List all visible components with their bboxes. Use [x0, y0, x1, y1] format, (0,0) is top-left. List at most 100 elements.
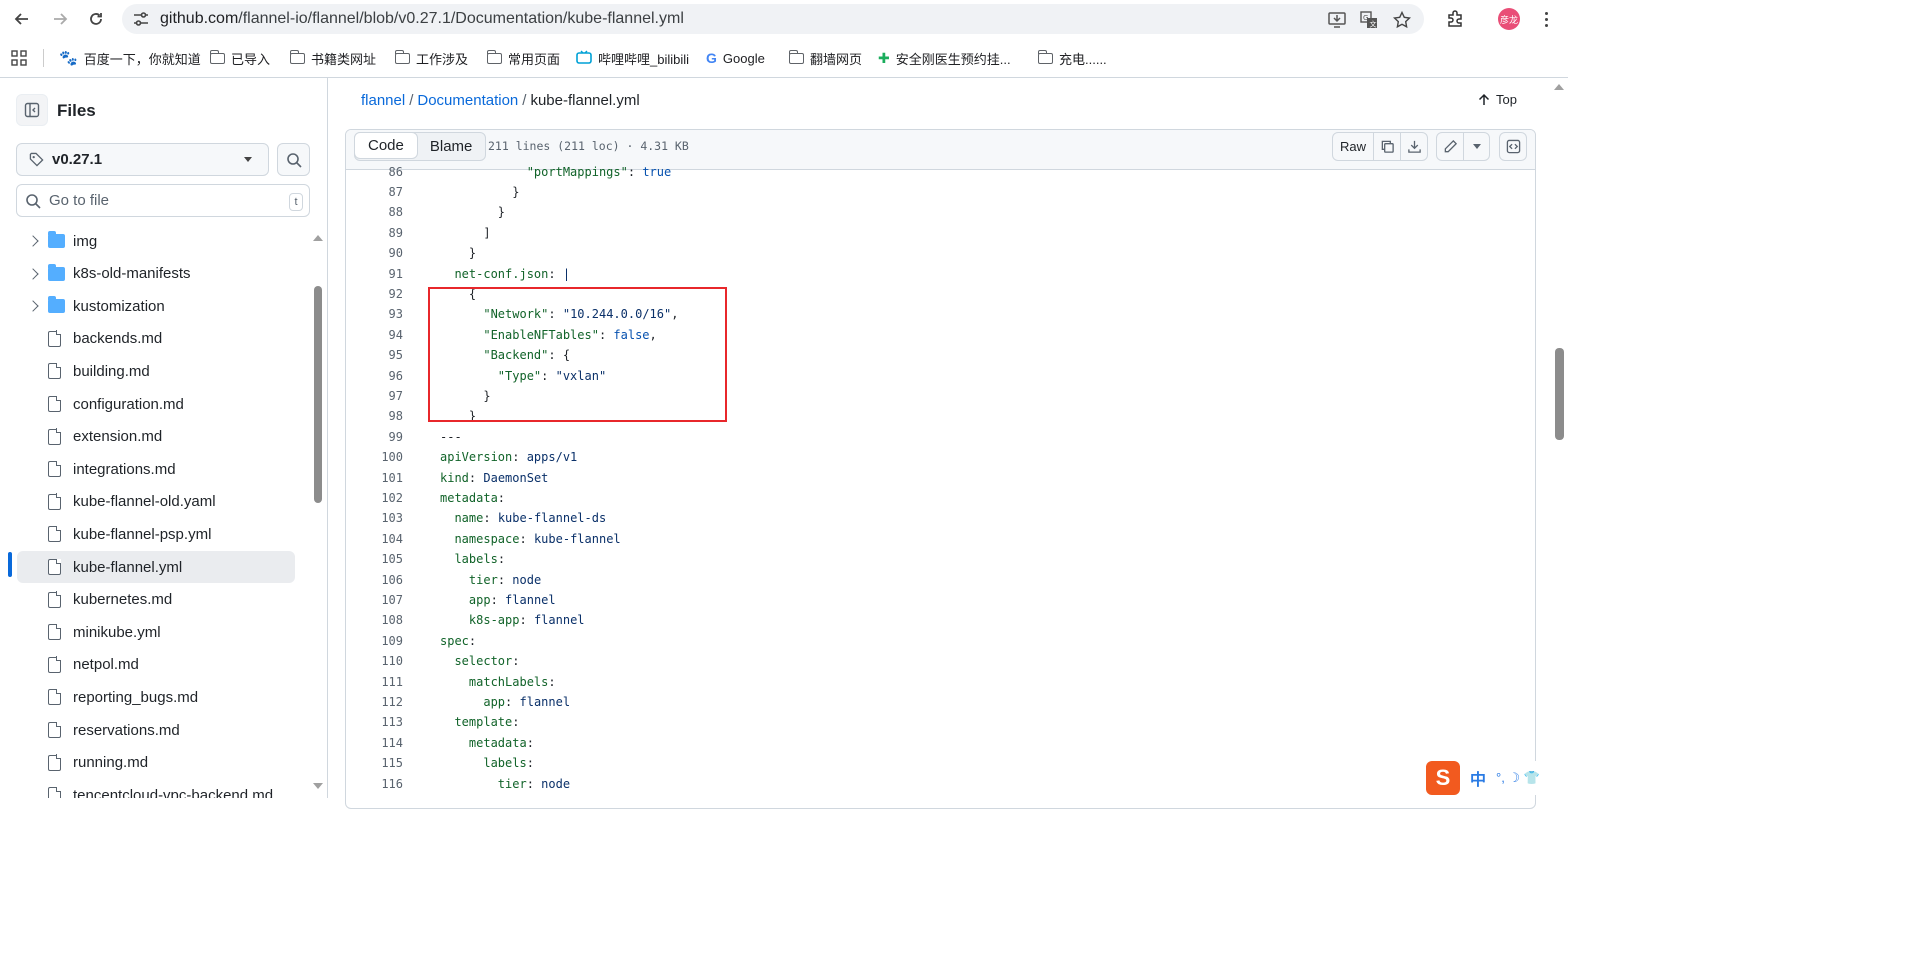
scroll-up-arrow-icon[interactable] — [313, 235, 323, 241]
browser-menu-icon[interactable] — [1540, 8, 1552, 30]
tab-code[interactable]: Code — [354, 132, 418, 159]
download-button[interactable] — [1400, 132, 1428, 161]
back-to-top-button[interactable]: Top — [1478, 92, 1517, 107]
tree-item-file[interactable]: configuration.md — [0, 388, 295, 420]
page-scroll-up-arrow-icon[interactable] — [1554, 84, 1564, 90]
address-bar[interactable]: github.com/flannel-io/flannel/blob/v0.27… — [122, 4, 1424, 34]
line-number[interactable]: 104 — [381, 529, 403, 549]
bookmark-baidu[interactable]: 🐾 百度一下，你就知道 — [59, 47, 201, 69]
sidebar-scrollbar[interactable] — [314, 286, 322, 503]
sidebar-collapse-icon — [24, 102, 40, 118]
bookmark-common[interactable]: 常用页面 — [486, 47, 560, 69]
tag-icon — [29, 152, 44, 167]
bookmark-google[interactable]: G Google — [706, 47, 765, 69]
line-number[interactable]: 98 — [389, 406, 403, 426]
line-number[interactable]: 114 — [381, 733, 403, 753]
bookmark-vpn[interactable]: 翻墙网页 — [788, 47, 862, 69]
bookmark-star-icon[interactable] — [1392, 10, 1412, 30]
tree-item-file[interactable]: reservations.md — [0, 714, 295, 746]
site-settings-icon[interactable] — [132, 10, 150, 28]
line-number[interactable]: 116 — [381, 774, 403, 794]
back-arrow-icon[interactable] — [11, 8, 33, 30]
bookmark-books[interactable]: 书籍类网址 — [289, 47, 376, 69]
code-line: 86 "portMappings": true — [346, 162, 1535, 182]
translate-icon[interactable]: 文G — [1359, 10, 1379, 30]
tab-blame[interactable]: Blame — [417, 133, 486, 160]
line-number[interactable]: 94 — [389, 325, 403, 345]
line-number[interactable]: 86 — [389, 162, 403, 182]
url-text[interactable]: github.com/flannel-io/flannel/blob/v0.27… — [160, 10, 684, 28]
apps-grid-icon[interactable] — [11, 47, 27, 69]
go-to-file-input[interactable]: Go to file t — [16, 184, 310, 217]
bookmark-bilibili[interactable]: 哔哩哔哩_bilibili — [576, 47, 689, 69]
line-number[interactable]: 109 — [381, 631, 403, 651]
breadcrumb-dir-link[interactable]: Documentation — [417, 92, 518, 109]
profile-avatar[interactable]: 彦龙 — [1498, 8, 1520, 30]
line-number[interactable]: 91 — [389, 264, 403, 284]
branch-selector[interactable]: v0.27.1 — [16, 143, 269, 176]
line-number[interactable]: 108 — [381, 610, 403, 630]
ime-logo[interactable]: S — [1426, 761, 1460, 795]
bookmark-charging[interactable]: 充电...... — [1037, 47, 1107, 69]
tree-item-file[interactable]: kube-flannel-old.yaml — [0, 486, 295, 518]
forward-arrow-icon[interactable] — [49, 8, 71, 30]
tree-item-k8s-old-manifests[interactable]: k8s-old-manifests — [0, 258, 295, 290]
raw-button[interactable]: Raw — [1332, 132, 1374, 161]
tree-item-file[interactable]: running.md — [0, 747, 295, 779]
scroll-down-arrow-icon[interactable] — [313, 783, 323, 789]
line-number[interactable]: 92 — [389, 284, 403, 304]
tree-item-file[interactable]: backends.md — [0, 323, 295, 355]
line-number[interactable]: 102 — [381, 488, 403, 508]
line-number[interactable]: 90 — [389, 243, 403, 263]
tree-item-file[interactable]: kube-flannel-psp.yml — [0, 518, 295, 550]
search-button[interactable] — [277, 143, 310, 176]
line-number[interactable]: 112 — [381, 692, 403, 712]
line-number[interactable]: 103 — [381, 508, 403, 528]
page-scrollbar[interactable] — [1555, 348, 1564, 440]
line-number[interactable]: 99 — [389, 427, 403, 447]
collapse-sidebar-button[interactable] — [16, 94, 48, 126]
tree-item-file[interactable]: tencentcloud-vpc-backend.md — [0, 779, 295, 798]
line-number[interactable]: 88 — [389, 202, 403, 222]
tree-item-file[interactable]: reporting_bugs.md — [0, 681, 295, 713]
line-number[interactable]: 111 — [381, 672, 403, 692]
line-number[interactable]: 107 — [381, 590, 403, 610]
search-icon — [286, 152, 302, 168]
line-number[interactable]: 101 — [381, 468, 403, 488]
bookmark-hospital[interactable]: ✚ 安全刚医生预约挂... — [878, 47, 1011, 69]
line-number[interactable]: 113 — [381, 712, 403, 732]
line-number[interactable]: 97 — [389, 386, 403, 406]
symbols-panel-button[interactable] — [1499, 132, 1527, 161]
line-number[interactable]: 96 — [389, 366, 403, 386]
tree-item-file[interactable]: netpol.md — [0, 649, 295, 681]
tree-item-file[interactable]: extension.md — [0, 421, 295, 453]
tree-item-file[interactable]: kubernetes.md — [0, 584, 295, 616]
bookmark-work[interactable]: 工作涉及 — [394, 47, 468, 69]
breadcrumb-repo-link[interactable]: flannel — [361, 92, 405, 109]
install-app-icon[interactable] — [1327, 10, 1347, 30]
tree-item-kustomization[interactable]: kustomization — [0, 290, 295, 322]
tree-item-img[interactable]: img — [0, 225, 295, 257]
edit-button[interactable] — [1436, 132, 1464, 161]
line-number[interactable]: 110 — [381, 651, 403, 671]
breadcrumb-current-file: kube-flannel.yml — [530, 92, 640, 109]
line-number[interactable]: 95 — [389, 345, 403, 365]
edit-dropdown-button[interactable] — [1463, 132, 1490, 161]
ime-mode[interactable]: 中 — [1470, 766, 1486, 790]
copy-raw-button[interactable] — [1373, 132, 1401, 161]
line-number[interactable]: 100 — [381, 447, 403, 467]
line-number[interactable]: 93 — [389, 304, 403, 324]
line-number[interactable]: 105 — [381, 549, 403, 569]
reload-icon[interactable] — [85, 8, 107, 30]
bookmark-imported[interactable]: 已导入 — [209, 47, 270, 69]
extensions-icon[interactable] — [1444, 8, 1466, 30]
tree-item-file[interactable]: building.md — [0, 355, 295, 387]
line-number[interactable]: 115 — [381, 753, 403, 773]
ime-tools-icon[interactable]: °, ☽ 👕 — [1496, 770, 1540, 786]
tree-item-file[interactable]: minikube.yml — [0, 616, 295, 648]
tree-item-file[interactable]: integrations.md — [0, 453, 295, 485]
line-number[interactable]: 106 — [381, 570, 403, 590]
line-number[interactable]: 87 — [389, 182, 403, 202]
line-number[interactable]: 89 — [389, 223, 403, 243]
tree-item-active-file[interactable]: kube-flannel.yml — [17, 551, 295, 583]
